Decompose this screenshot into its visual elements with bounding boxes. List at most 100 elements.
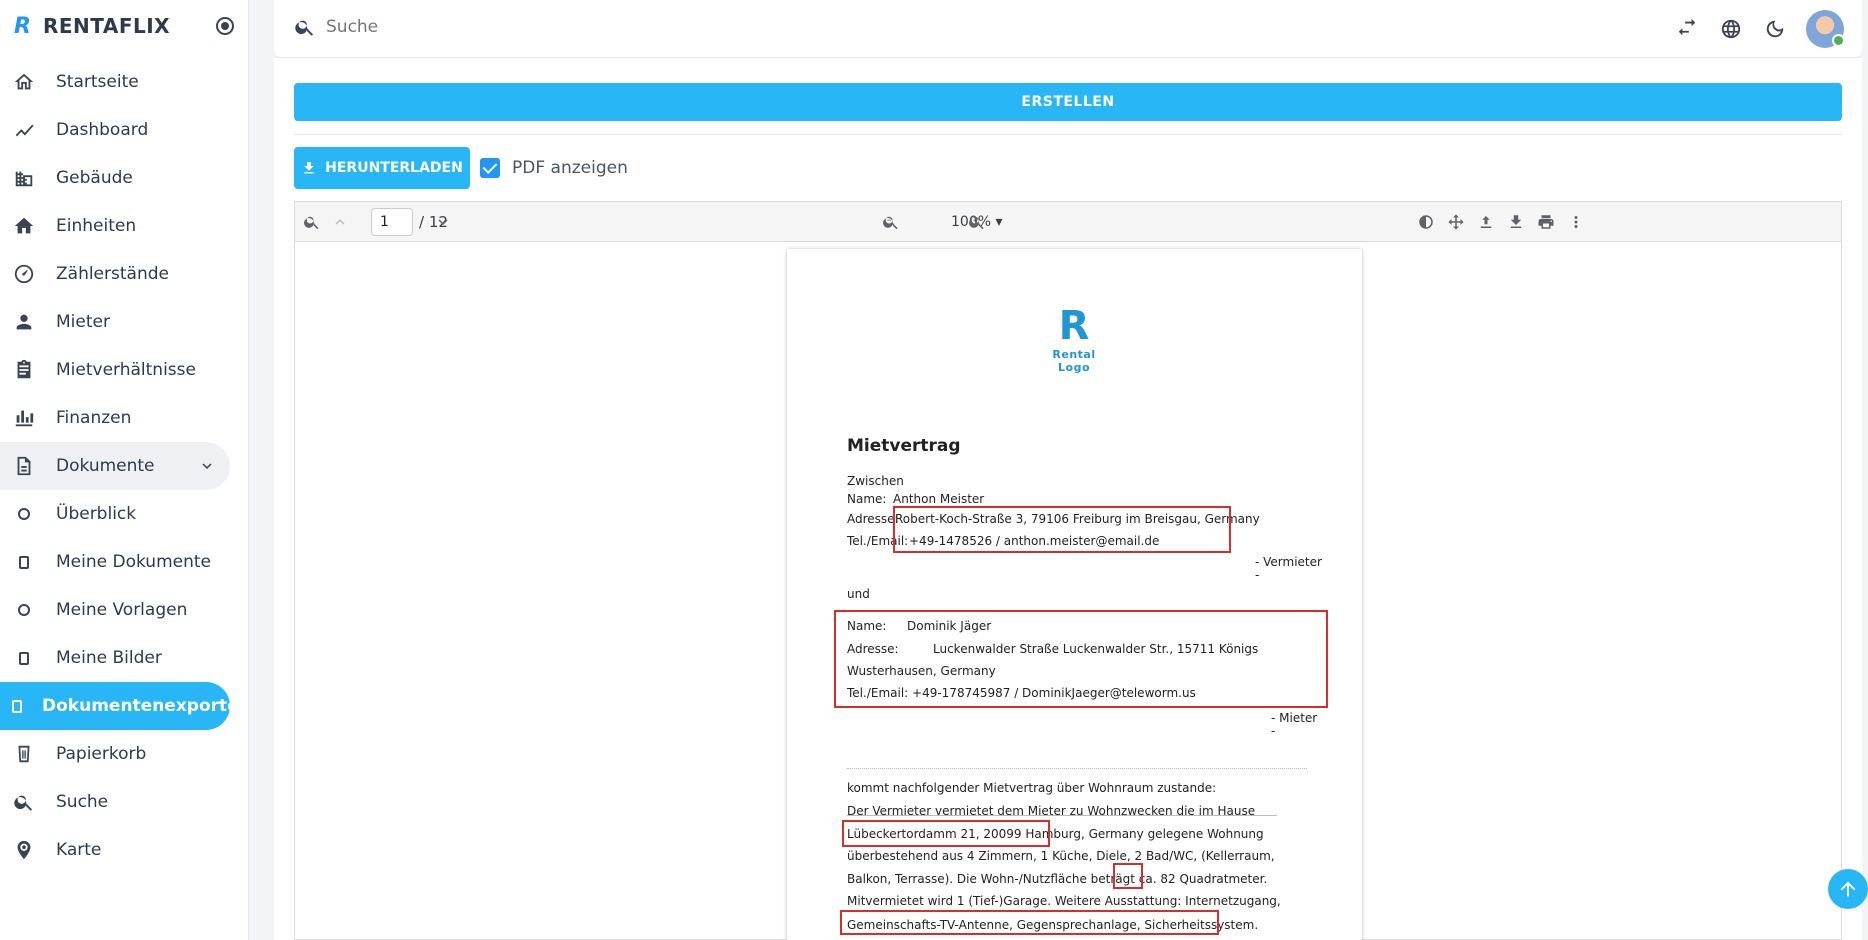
show-pdf-label: PDF anzeigen — [512, 158, 628, 178]
sidebar-item-label: Mietverhältnisse — [56, 360, 196, 380]
zoom-in-icon[interactable] — [966, 211, 988, 233]
dotted-divider — [847, 768, 1307, 769]
sidebar-item-papierkorb[interactable]: Papierkorb — [0, 730, 230, 778]
sidebar-item-label: Papierkorb — [56, 744, 147, 764]
chevron-down-icon[interactable] — [432, 211, 454, 233]
sidebar-item-label: Gebäude — [56, 168, 133, 188]
contract-line: überbestehend aus 4 Zimmern, 1 Küche, Di… — [847, 849, 1275, 863]
text-zwischen: Zwischen — [847, 474, 904, 488]
highlight-box — [834, 610, 1328, 708]
highlight-box — [842, 820, 1050, 847]
landlord-address-label: Adresse: — [847, 512, 899, 526]
main-content: ERSTELLEN HERUNTERLADEN PDF anzeigen 1 /… — [274, 58, 1862, 940]
search-input[interactable] — [326, 12, 626, 42]
chevron-down-icon[interactable] — [198, 457, 216, 475]
finance-icon — [12, 406, 36, 430]
sidebar-item-mietverhaeltnisse[interactable]: Mietverhältnisse — [0, 346, 230, 394]
file-icon — [12, 646, 36, 670]
logo-text: Rental Logo — [1052, 348, 1096, 374]
zoom-out-icon[interactable] — [880, 211, 902, 233]
sidebar-item-label: Startseite — [56, 72, 139, 92]
chart-line-icon — [12, 118, 36, 142]
sidebar-item-dashboard[interactable]: Dashboard — [0, 106, 230, 154]
highlight-box — [1113, 863, 1143, 889]
globe-icon[interactable] — [1718, 16, 1744, 42]
logo-letter: R — [1058, 303, 1090, 349]
sidebar-item-label: Finanzen — [56, 408, 132, 428]
dark-mode-icon[interactable] — [1762, 16, 1788, 42]
house-icon — [12, 214, 36, 238]
gauge-icon — [12, 262, 36, 286]
trash-icon — [12, 742, 36, 766]
pdf-toolbar: 1 / 12 100% ▾ — [295, 202, 1841, 242]
clipboard-icon — [12, 358, 36, 382]
sidebar-item-label: Suche — [56, 792, 109, 812]
brand-logo: R — [14, 13, 31, 39]
chevron-up-icon[interactable] — [329, 211, 351, 233]
sidebar-item-meine-dokumente[interactable]: Meine Dokumente — [0, 538, 230, 586]
sidebar-item-label: Zählerstände — [56, 264, 169, 284]
sidebar-nav: Startseite Dashboard Gebäude Einheiten Z… — [0, 52, 248, 874]
sidebar-item-dokumentenexporte[interactable]: Dokumentenexporte — [0, 682, 239, 730]
sidebar-item-mieter[interactable]: Mieter — [0, 298, 230, 346]
divider — [294, 134, 1842, 135]
file-icon — [12, 550, 36, 574]
sidebar-item-ueberblick[interactable]: Überblick — [0, 490, 230, 538]
download-button[interactable]: HERUNTERLADEN — [294, 147, 470, 189]
highlight-box — [893, 506, 1231, 553]
show-pdf-checkbox[interactable]: PDF anzeigen — [480, 158, 628, 178]
search-icon[interactable] — [301, 211, 323, 233]
sidebar-item-zaehlerstaende[interactable]: Zählerstände — [0, 250, 230, 298]
search-icon[interactable] — [294, 16, 316, 38]
sidebar-item-karte[interactable]: Karte — [0, 826, 230, 874]
landlord-name: Anthon Meister — [893, 492, 985, 506]
checkbox-checked-icon[interactable] — [480, 158, 500, 178]
more-vertical-icon[interactable] — [1565, 211, 1587, 233]
sidebar-item-meine-bilder[interactable]: Meine Bilder — [0, 634, 230, 682]
create-button[interactable]: ERSTELLEN — [294, 83, 1842, 121]
swap-arrows-icon[interactable] — [1674, 16, 1700, 42]
landlord-role-dash: - — [1255, 568, 1260, 582]
download-icon — [304, 162, 314, 174]
page-number-input[interactable]: 1 — [371, 208, 413, 236]
sidebar: R RENTAFLIX Startseite Dashboard Gebäude… — [0, 0, 249, 940]
contract-line: kommt nachfolgender Mietvertrag über Woh… — [847, 781, 1217, 795]
arrow-up-icon — [1840, 881, 1856, 897]
sidebar-toggle-icon[interactable] — [216, 17, 234, 35]
sidebar-item-label: Mieter — [56, 312, 110, 332]
file-icon — [12, 694, 22, 718]
map-pin-icon — [12, 838, 36, 862]
top-actions — [1674, 10, 1845, 48]
download-icon[interactable] — [1505, 211, 1527, 233]
home-outline-icon — [12, 70, 36, 94]
topbar — [274, 0, 1862, 58]
sidebar-item-suche[interactable]: Suche — [0, 778, 230, 826]
sidebar-item-dokumente[interactable]: Dokumente — [0, 442, 230, 490]
move-icon[interactable] — [1445, 211, 1467, 233]
circle-icon — [12, 502, 36, 526]
person-icon — [12, 310, 36, 334]
scroll-top-button[interactable] — [1828, 869, 1868, 909]
search-icon — [12, 790, 36, 814]
upload-icon[interactable] — [1475, 211, 1497, 233]
avatar[interactable] — [1806, 10, 1845, 48]
underline — [847, 815, 1277, 816]
sidebar-item-meine-vorlagen[interactable]: Meine Vorlagen — [0, 586, 230, 634]
brand[interactable]: R RENTAFLIX — [0, 0, 248, 52]
sidebar-item-einheiten[interactable]: Einheiten — [0, 202, 230, 250]
contract-line: Balkon, Terrasse). Die Wohn-/Nutzfläche … — [847, 872, 1268, 886]
sidebar-item-label: Einheiten — [56, 216, 137, 236]
contract-line: Mitvermietet wird 1 (Tief-)Garage. Weite… — [847, 894, 1281, 908]
sidebar-item-gebaeude[interactable]: Gebäude — [0, 154, 230, 202]
sidebar-item-startseite[interactable]: Startseite — [0, 58, 230, 106]
buildings-icon — [12, 166, 36, 190]
pdf-page: R Rental Logo Mietvertrag Zwischen Name:… — [787, 249, 1362, 940]
sidebar-item-label: Dokumentenexporte — [42, 696, 239, 716]
tenant-role: - Mieter — [1271, 711, 1318, 725]
print-icon[interactable] — [1535, 211, 1557, 233]
sidebar-item-label: Karte — [56, 840, 102, 860]
sidebar-item-finanzen[interactable]: Finanzen — [0, 394, 230, 442]
theme-icon[interactable] — [1415, 211, 1437, 233]
sidebar-item-label: Dashboard — [56, 120, 149, 140]
text-und: und — [847, 587, 870, 601]
